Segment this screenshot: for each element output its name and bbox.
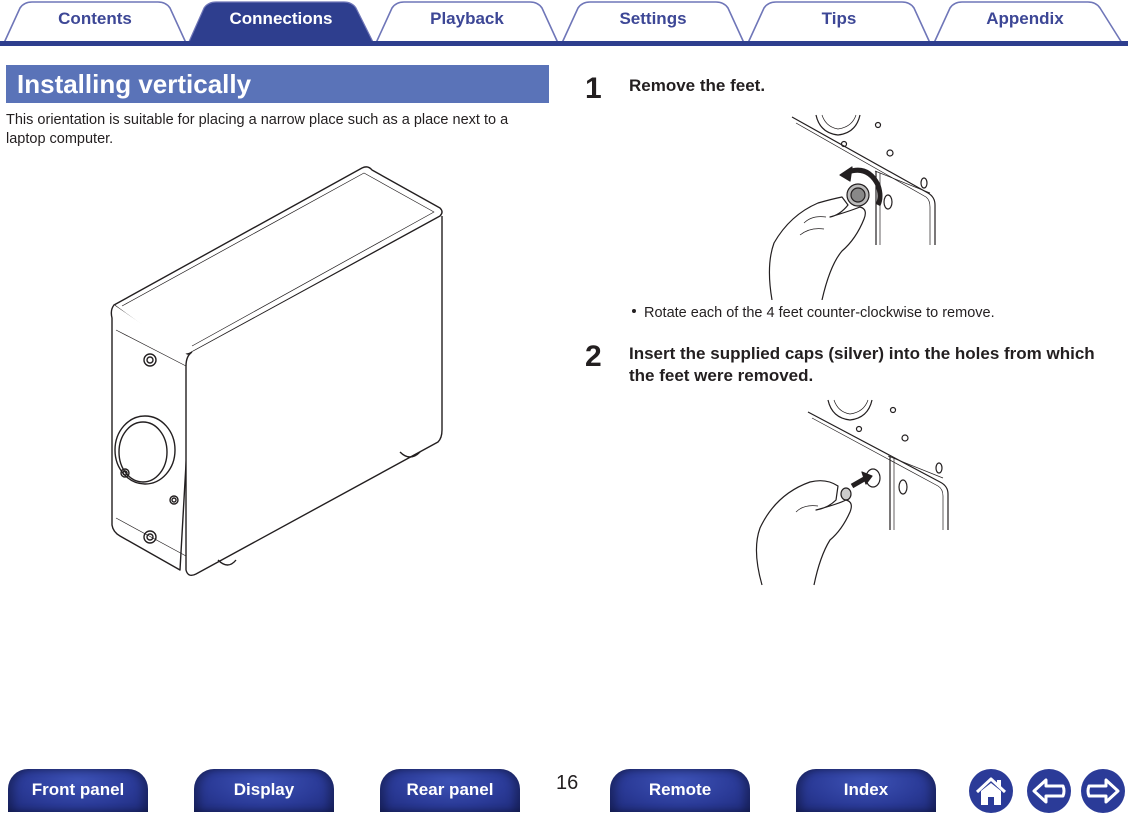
tab-baseline — [0, 41, 1128, 46]
tab-tips[interactable]: Tips — [764, 8, 914, 30]
remove-feet-illustration — [768, 114, 936, 300]
display-button[interactable]: Display — [194, 769, 334, 812]
tab-appendix[interactable]: Appendix — [950, 8, 1100, 30]
bullet-dot — [632, 309, 636, 314]
tab-playback[interactable]: Playback — [392, 8, 542, 30]
tab-settings[interactable]: Settings — [578, 8, 728, 30]
tab-bar: Contents Connections Playback Settings T… — [0, 0, 1128, 46]
intro-text: This orientation is suitable for placing… — [6, 112, 509, 147]
vertical-device-illustration — [110, 166, 443, 577]
forward-button[interactable] — [1080, 768, 1126, 814]
step-1-bullet-text: Rotate each of the 4 feet counter-clockw… — [644, 305, 995, 321]
step-2-number: 2 — [585, 340, 602, 373]
tab-connections[interactable]: Connections — [206, 8, 356, 30]
step-1-text: Remove the feet. — [629, 76, 766, 95]
step-1-bullet: Rotate each of the 4 feet counter-clockw… — [632, 304, 995, 323]
tab-contents[interactable]: Contents — [20, 8, 170, 30]
home-button[interactable] — [968, 768, 1014, 814]
page-number: 16 — [556, 772, 579, 794]
insert-caps-illustration — [755, 399, 949, 586]
index-button[interactable]: Index — [796, 769, 936, 812]
step-2-text: Insert the supplied caps (silver) into t… — [629, 344, 1095, 385]
back-button[interactable] — [1026, 768, 1072, 814]
section-title: Installing vertically — [6, 65, 549, 103]
remote-button[interactable]: Remote — [610, 769, 750, 812]
front-panel-button[interactable]: Front panel — [8, 769, 148, 812]
rear-panel-button[interactable]: Rear panel — [380, 769, 520, 812]
step-1-number: 1 — [585, 72, 602, 105]
